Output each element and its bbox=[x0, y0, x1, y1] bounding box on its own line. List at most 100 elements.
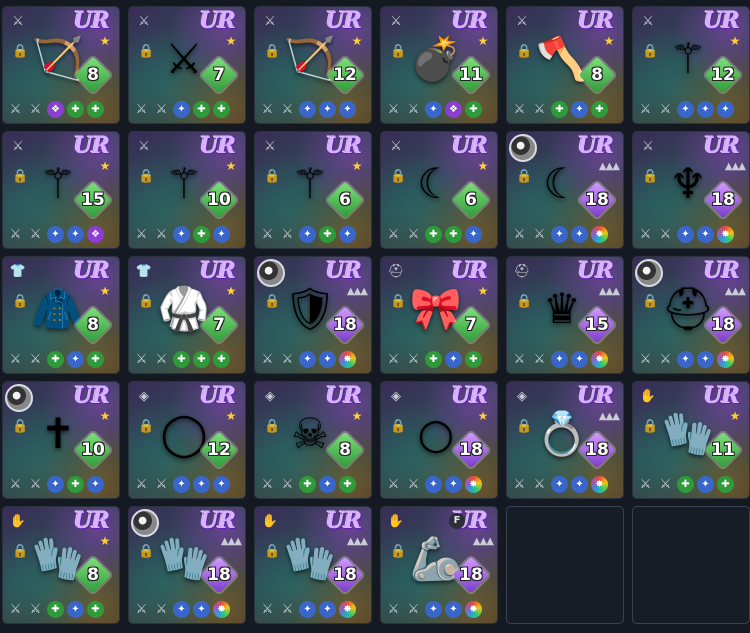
level-badge: 11 bbox=[451, 55, 491, 95]
stat-grey-icon: ⚔ bbox=[639, 476, 652, 492]
star-icon: ★ bbox=[99, 534, 111, 548]
stat-green-icon: ✚ bbox=[339, 475, 356, 493]
stat-icons-row: ⚔ ⚔ ✦ ✦ ✸ bbox=[385, 600, 493, 618]
equipment-card[interactable]: ◈ 🔒 UR ★ ☠ 8 ⚔ ⚔ ✚ ✦ ✚ bbox=[254, 381, 372, 499]
level-number: 8 bbox=[87, 565, 99, 585]
star-icon: ★ bbox=[225, 34, 237, 48]
level-number: 8 bbox=[87, 65, 99, 85]
stat-grey-icon: ⚔ bbox=[9, 476, 22, 492]
equipment-card[interactable]: ⚔ 🔒 UR ★ ⚔ 7 ⚔ ⚔ ✦ ✚ ✚ bbox=[128, 6, 246, 124]
stat-green-icon: ✚ bbox=[213, 350, 230, 368]
stat-grey-icon: ⚔ bbox=[659, 351, 672, 367]
star-icon: ★ bbox=[225, 159, 237, 173]
equipment-card[interactable]: ⚔ 🔒 UR ▲▲▲ ♆ 18 ⚔ ⚔ ✦ ✦ ✸ bbox=[632, 131, 750, 249]
equipment-card[interactable]: ⚔ 🔒 UR ★ 💣 11 ⚔ ⚔ ✦ ❖ ✚ bbox=[380, 6, 498, 124]
level-number: 12 bbox=[333, 65, 357, 85]
level-badge: 10 bbox=[73, 430, 113, 470]
stat-icons-row: ⚔ ⚔ ✦ ✦ ✸ bbox=[511, 475, 619, 493]
stat-icons-row: ⚔ ⚔ ✦ ✦ ❖ bbox=[7, 225, 115, 243]
level-number: 6 bbox=[465, 190, 477, 210]
level-badge: 18 bbox=[451, 430, 491, 470]
level-number: 11 bbox=[711, 440, 735, 460]
star-icon: ★ bbox=[225, 284, 237, 298]
equipment-card[interactable]: 🔒 UR ▲▲▲ ☾ 18 ⚔ ⚔ ✦ ✦ ✸ bbox=[506, 131, 624, 249]
stat-grey-icon: ⚔ bbox=[281, 101, 294, 117]
stat-icons-row: ⚔ ⚔ ✚ ✦ ✚ bbox=[7, 350, 115, 368]
level-badge: 11 bbox=[703, 430, 743, 470]
stat-blue-icon: ✦ bbox=[299, 600, 316, 618]
stat-blue-icon: ✦ bbox=[67, 225, 84, 243]
level-badge: 10 bbox=[199, 180, 239, 220]
equipment-card[interactable]: 🔒 UR ▲▲▲ ⛑ 18 ⚔ ⚔ ✦ ✦ ✸ bbox=[632, 256, 750, 374]
equipment-card[interactable]: ✋ 🔒 UR ▲▲▲ 🧤 18 ⚔ ⚔ ✦ ✦ ✸ bbox=[254, 506, 372, 624]
level-badge: 15 bbox=[577, 305, 617, 345]
stat-grey-icon: ⚔ bbox=[281, 351, 294, 367]
equipment-card[interactable]: 🔒 UR ▲▲▲ 🧤 18 ⚔ ⚔ ✦ ✦ ✸ bbox=[128, 506, 246, 624]
stat-grey-icon: ⚔ bbox=[533, 351, 546, 367]
star-icon: ★ bbox=[351, 409, 363, 423]
stat-green-icon: ✚ bbox=[87, 350, 104, 368]
equipment-card[interactable]: 🔒 UR ★ ✝ 10 ⚔ ⚔ ✦ ✚ ✦ bbox=[2, 381, 120, 499]
stat-icons-row: ⚔ ⚔ ✦ ✦ ✸ bbox=[511, 350, 619, 368]
stat-icons-row: ⚔ ⚔ ✦ ✦ ✸ bbox=[259, 350, 367, 368]
stat-blue-icon: ✦ bbox=[213, 225, 230, 243]
equipment-card[interactable]: ⚔ 🔒 UR ★ ⚚ 6 ⚔ ⚔ ✦ ✚ ✦ bbox=[254, 131, 372, 249]
equipment-card[interactable]: 👕 🔒 UR ★ 🧥 8 ⚔ ⚔ ✚ ✦ ✚ bbox=[2, 256, 120, 374]
equipment-card[interactable]: ⚔ 🔒 UR ★ ⚚ 10 ⚔ ⚔ ✦ ✚ ✦ bbox=[128, 131, 246, 249]
equipment-card[interactable]: ⚔ 🔒 UR ★ ⚚ 12 ⚔ ⚔ ✦ ✦ ✦ bbox=[632, 6, 750, 124]
level-number: 18 bbox=[711, 190, 735, 210]
level-number: 6 bbox=[339, 190, 351, 210]
equipment-card[interactable]: ◈ 🔒 UR ★ ○ 18 ⚔ ⚔ ✦ ✦ ✸ bbox=[380, 381, 498, 499]
stat-blue-icon: ✦ bbox=[67, 600, 84, 618]
stat-rainbow-icon: ✸ bbox=[591, 225, 608, 243]
equipment-card[interactable]: ✋ 🔒 UR ▲▲▲ F 🦾 18 ⚔ ⚔ ✦ ✦ ✸ bbox=[380, 506, 498, 624]
stat-icons-row: ⚔ ⚔ ✦ ✦ ✸ bbox=[511, 225, 619, 243]
equipment-card[interactable]: ⚔ 🔒 UR ★ ⚚ 15 ⚔ ⚔ ✦ ✦ ❖ bbox=[2, 131, 120, 249]
equipment-card[interactable]: ⛑ 🔒 UR ★ 🎀 7 ⚔ ⚔ ✚ ✦ ✚ bbox=[380, 256, 498, 374]
equipment-card[interactable]: ⛑ 🔒 UR ▲▲▲ ♛ 15 ⚔ ⚔ ✦ ✦ ✸ bbox=[506, 256, 624, 374]
stat-grey-icon: ⚔ bbox=[155, 351, 168, 367]
stat-grey-icon: ⚔ bbox=[29, 226, 42, 242]
stat-blue-icon: ✦ bbox=[445, 475, 462, 493]
level-number: 8 bbox=[87, 315, 99, 335]
stat-icons-row: ⚔ ⚔ ✚ ✚ ✚ bbox=[133, 350, 241, 368]
stat-icons-row: ⚔ ⚔ ✚ ✚ ✦ bbox=[385, 225, 493, 243]
stat-green-icon: ✚ bbox=[213, 100, 230, 118]
empty-slot[interactable] bbox=[506, 506, 624, 624]
equipment-card[interactable]: ✋ 🔒 UR ★ 🧤 11 ⚔ ⚔ ✚ ✦ ✚ bbox=[632, 381, 750, 499]
empty-slot[interactable] bbox=[632, 506, 750, 624]
equipment-card[interactable]: ⚔ 🔒 UR ★ 🏹 8 ⚔ ⚔ ❖ ✚ ✚ bbox=[2, 6, 120, 124]
stat-purple-icon: ❖ bbox=[87, 225, 104, 243]
level-badge: 8 bbox=[73, 305, 113, 345]
equipment-card[interactable]: ✋ 🔒 UR ★ 🧤 8 ⚔ ⚔ ✚ ✦ ✚ bbox=[2, 506, 120, 624]
level-badge: 6 bbox=[325, 180, 365, 220]
stat-purple-icon: ❖ bbox=[445, 100, 462, 118]
stat-icons-row: ⚔ ⚔ ✚ ✦ ✚ bbox=[385, 350, 493, 368]
equipment-card[interactable]: ⚔ 🔒 UR ★ 🪓 8 ⚔ ⚔ ✚ ✦ ✚ bbox=[506, 6, 624, 124]
stat-grey-icon: ⚔ bbox=[407, 226, 420, 242]
stat-grey-icon: ⚔ bbox=[9, 601, 22, 617]
level-number: 12 bbox=[207, 440, 231, 460]
stat-grey-icon: ⚔ bbox=[639, 101, 652, 117]
stat-blue-icon: ✦ bbox=[299, 350, 316, 368]
stat-blue-icon: ✦ bbox=[677, 100, 694, 118]
stat-grey-icon: ⚔ bbox=[155, 101, 168, 117]
equipment-card[interactable]: ◈ 🔒 UR ★ ◯ 12 ⚔ ⚔ ✦ ✦ ✦ bbox=[128, 381, 246, 499]
stat-green-icon: ✚ bbox=[87, 600, 104, 618]
stat-icons-row: ⚔ ⚔ ✦ ✚ ✦ bbox=[7, 475, 115, 493]
equipment-card[interactable]: ⚔ 🔒 UR ★ 🏹 12 ⚔ ⚔ ✦ ✦ ✦ bbox=[254, 6, 372, 124]
stat-icons-row: ⚔ ⚔ ✚ ✦ ✚ bbox=[7, 600, 115, 618]
equipment-card[interactable]: 🔒 UR ▲▲▲ 🛡 18 ⚔ ⚔ ✦ ✦ ✸ bbox=[254, 256, 372, 374]
level-number: 15 bbox=[81, 190, 105, 210]
stat-grey-icon: ⚔ bbox=[387, 101, 400, 117]
stat-blue-icon: ✦ bbox=[193, 600, 210, 618]
level-number: 12 bbox=[711, 65, 735, 85]
stat-icons-row: ⚔ ⚔ ✦ ❖ ✚ bbox=[385, 100, 493, 118]
equipment-card[interactable]: ⚔ 🔒 UR ★ ☾ 6 ⚔ ⚔ ✚ ✚ ✦ bbox=[380, 131, 498, 249]
equipment-card[interactable]: ◈ 🔒 UR ▲▲▲ 💍 18 ⚔ ⚔ ✦ ✦ ✸ bbox=[506, 381, 624, 499]
stat-grey-icon: ⚔ bbox=[513, 351, 526, 367]
equipment-card[interactable]: 👕 🔒 UR ★ 🥋 7 ⚔ ⚔ ✚ ✚ ✚ bbox=[128, 256, 246, 374]
star-icon: ★ bbox=[729, 34, 741, 48]
stat-blue-icon: ✦ bbox=[299, 225, 316, 243]
level-badge: 18 bbox=[703, 180, 743, 220]
